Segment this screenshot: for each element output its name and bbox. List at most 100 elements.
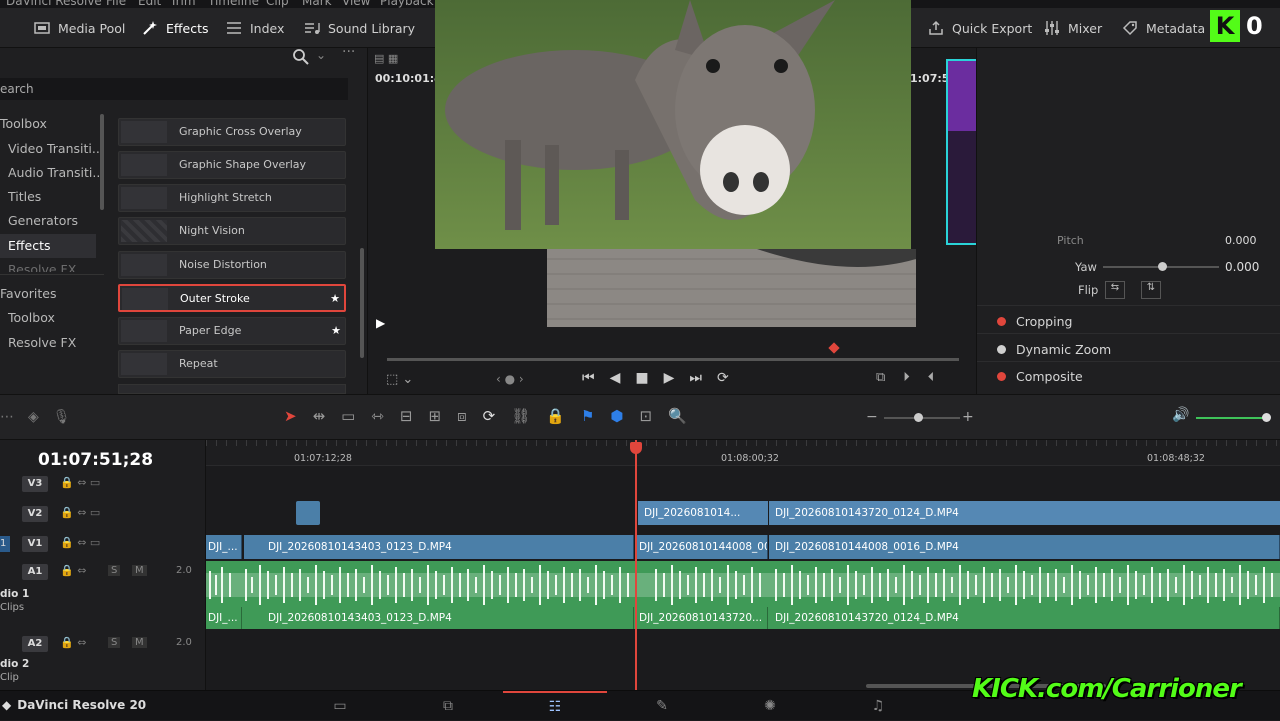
- fx-item-noise-distortion[interactable]: Noise Distortion: [118, 251, 346, 279]
- next-edit-icon[interactable]: ⏵: [903, 370, 910, 385]
- volume-icon[interactable]: 🔊: [1172, 407, 1189, 423]
- index-button[interactable]: Index: [226, 8, 284, 48]
- search-icon[interactable]: [292, 48, 310, 66]
- fx-item-repeat[interactable]: Repeat: [118, 350, 346, 378]
- section-composite[interactable]: Composite: [997, 369, 1083, 384]
- favorite-star-icon[interactable]: ★: [330, 286, 340, 312]
- favorite-item-toolbox[interactable]: Toolbox: [8, 306, 55, 330]
- timeline-playhead[interactable]: [635, 440, 637, 690]
- sidebar-item-generators[interactable]: Generators: [8, 209, 78, 233]
- skip-end-icon[interactable]: ⏭: [689, 370, 702, 386]
- favorite-item-resolve-fx[interactable]: Resolve FX: [8, 331, 76, 355]
- audio-icon[interactable]: ◈: [28, 409, 39, 425]
- options-icon[interactable]: ⋯: [0, 409, 14, 425]
- mute-button[interactable]: M: [132, 637, 147, 648]
- blade-tool-icon[interactable]: ▭: [341, 407, 355, 425]
- overwrite-icon[interactable]: ⊟: [400, 407, 413, 425]
- stop-icon[interactable]: ■: [635, 370, 648, 386]
- dest-track-indicator[interactable]: 1: [0, 536, 10, 552]
- track-controls[interactable]: 🔒 ⇔ ▭: [60, 506, 100, 519]
- more-options-icon[interactable]: ···: [342, 44, 355, 60]
- section-enable-dot[interactable]: [997, 345, 1006, 354]
- clip-v1-c[interactable]: DJI_20260810144008_00...: [636, 535, 768, 559]
- dynamic-trim-icon[interactable]: ⇿: [371, 407, 384, 425]
- section-enable-dot[interactable]: [997, 317, 1006, 326]
- fx-item-highlight-stretch[interactable]: Highlight Stretch: [118, 184, 346, 212]
- marker-icon[interactable]: ⬢: [610, 407, 623, 425]
- fx-item-outer-stroke[interactable]: Outer Stroke ★: [118, 284, 346, 312]
- flip-vertical-button[interactable]: ⇅: [1141, 281, 1161, 299]
- lock-icon[interactable]: 🔒: [546, 407, 565, 425]
- track-label[interactable]: V3: [22, 476, 48, 492]
- media-pool-button[interactable]: Media Pool: [34, 8, 125, 48]
- selection-tool-icon[interactable]: ➤: [284, 407, 297, 425]
- menu-mark[interactable]: Mark: [302, 0, 332, 8]
- scrubber-playhead[interactable]: [828, 342, 840, 354]
- insert-icon[interactable]: ⊞: [429, 407, 442, 425]
- tab-fairlight[interactable]: ♫: [826, 691, 930, 721]
- clip-v1-a[interactable]: DJI_...: [206, 535, 242, 559]
- flag-icon[interactable]: ⚑: [581, 407, 594, 425]
- sound-library-button[interactable]: Sound Library: [304, 8, 415, 48]
- track-label[interactable]: V2: [22, 506, 48, 522]
- skip-start-icon[interactable]: ⏮: [582, 370, 595, 386]
- fx-item-paper-edge[interactable]: Paper Edge ★: [118, 317, 346, 345]
- menu-file[interactable]: File: [106, 0, 126, 8]
- sidebar-item-toolbox[interactable]: Toolbox: [0, 112, 47, 136]
- playhead-handle[interactable]: [630, 442, 642, 454]
- clip-v1-d[interactable]: DJI_20260810144008_0016_D.MP4: [769, 535, 1280, 559]
- section-enable-dot[interactable]: [997, 372, 1006, 381]
- zoom-slider-handle[interactable]: [914, 413, 923, 422]
- tab-media[interactable]: ▭: [288, 691, 392, 721]
- clip-a1-a[interactable]: DJI_...: [206, 607, 242, 629]
- mixer-button[interactable]: Mixer: [1044, 8, 1102, 48]
- section-cropping[interactable]: Cropping: [997, 314, 1072, 329]
- menu-playback[interactable]: Playback: [380, 0, 434, 8]
- volume-slider-handle[interactable]: [1262, 413, 1271, 422]
- prev-edit-icon[interactable]: ⏴: [928, 370, 935, 385]
- clip-a1-d[interactable]: DJI_20260810143720_0124_D.MP4: [769, 607, 1280, 629]
- search-input[interactable]: earch: [0, 78, 348, 100]
- track-controls[interactable]: 🔒 ⇔ ▭: [60, 536, 100, 549]
- viewer-icons[interactable]: ▤ ▦: [374, 52, 398, 65]
- menu-timeline[interactable]: Timeline: [208, 0, 259, 8]
- clip-a1-c[interactable]: DJI_20260810143720...: [636, 607, 768, 629]
- volume-slider[interactable]: [1196, 417, 1266, 419]
- loop-icon[interactable]: ⟳: [717, 370, 729, 386]
- sidebar-item-resolve-fx[interactable]: Resolve FX: [8, 258, 76, 272]
- track-controls[interactable]: 🔒 ⇔: [60, 564, 86, 577]
- clip-v1-b[interactable]: DJI_20260810143403_0123_D.MP4: [244, 535, 634, 559]
- zoom-in-icon[interactable]: +: [962, 409, 974, 425]
- fx-item-graphic-cross-overlay[interactable]: Graphic Cross Overlay: [118, 118, 346, 146]
- sidebar-item-effects[interactable]: Effects: [0, 234, 96, 258]
- sidebar-item-video-transitions[interactable]: Video Transiti...: [8, 137, 104, 161]
- solo-button[interactable]: S: [108, 637, 121, 648]
- zoom-fit-icon[interactable]: ⊡: [640, 407, 653, 425]
- menu-edit[interactable]: Edit: [138, 0, 161, 8]
- menu-view[interactable]: View: [342, 0, 370, 8]
- timeline-tracks[interactable]: 01:07:12;28 01:08:00;32 01:08:48;32 DJI_…: [206, 440, 1280, 690]
- fx-item-graphic-shape-overlay[interactable]: Graphic Shape Overlay: [118, 151, 346, 179]
- trim-tool-icon[interactable]: ⇹: [313, 407, 326, 425]
- solo-button[interactable]: S: [108, 565, 121, 576]
- fx-item-night-vision[interactable]: Night Vision: [118, 217, 346, 245]
- track-controls[interactable]: 🔒 ⇔: [60, 636, 86, 649]
- menu-trim[interactable]: Trim: [170, 0, 196, 8]
- clip-v2-small[interactable]: [296, 501, 320, 525]
- tab-fusion[interactable]: ✎: [610, 691, 714, 721]
- sidebar-scrollbar[interactable]: [100, 114, 104, 210]
- fx-item-partial[interactable]: [118, 384, 346, 394]
- mute-button[interactable]: M: [132, 565, 147, 576]
- flip-horizontal-button[interactable]: ⇆: [1105, 281, 1125, 299]
- metadata-button[interactable]: Metadata: [1122, 8, 1205, 48]
- section-dynamic-zoom[interactable]: Dynamic Zoom: [997, 342, 1111, 357]
- clip-v2-a[interactable]: DJI_2026081014...: [638, 501, 768, 525]
- snapping-icon[interactable]: ⟳: [483, 407, 496, 425]
- viewer-crop-icon[interactable]: ⬚ ⌄: [386, 372, 413, 387]
- quick-export-button[interactable]: Quick Export: [928, 8, 1032, 48]
- clip-a1-b[interactable]: DJI_20260810143403_0123_D.MP4: [244, 607, 634, 629]
- favorite-star-icon[interactable]: ★: [331, 318, 341, 344]
- viewer-scrubber[interactable]: [387, 358, 959, 361]
- match-frame-icon[interactable]: ⧉: [876, 370, 885, 385]
- play-arrow-icon[interactable]: ▶: [376, 316, 385, 330]
